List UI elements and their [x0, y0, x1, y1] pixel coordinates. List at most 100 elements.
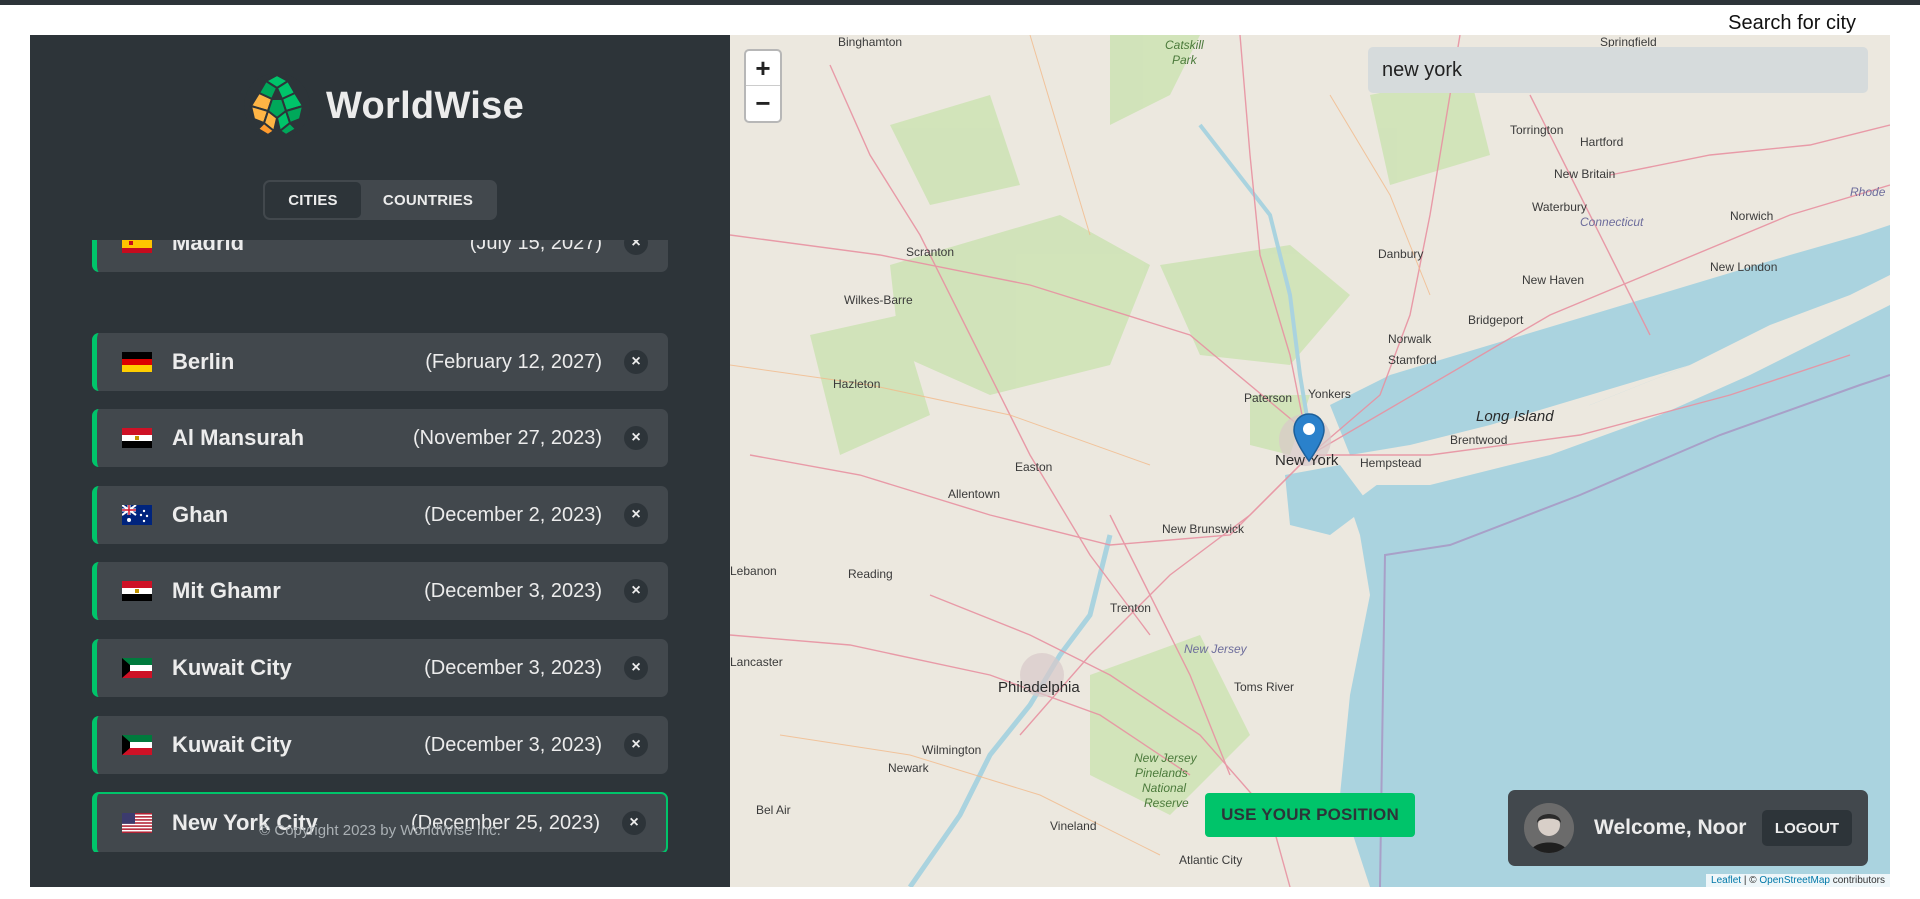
- map-marker-icon[interactable]: [1292, 413, 1326, 463]
- map-label: Newark: [888, 761, 929, 775]
- city-item[interactable]: Mit Ghamr (December 3, 2023) ×: [92, 562, 668, 620]
- map-label: Pinelands: [1135, 766, 1188, 780]
- flag-kuwait-icon: [122, 658, 152, 678]
- map-label: Rhode: [1850, 185, 1886, 199]
- map-label: Norwalk: [1388, 332, 1432, 346]
- map-label: Wilkes-Barre: [844, 293, 913, 307]
- map-label: Toms River: [1234, 680, 1295, 694]
- map-label: Bel Air: [756, 803, 791, 817]
- flag-kuwait-icon: [122, 735, 152, 755]
- avatar: [1524, 803, 1574, 853]
- city-date: (December 3, 2023): [424, 656, 602, 679]
- map-label: Park: [1172, 53, 1197, 67]
- delete-button[interactable]: ×: [624, 350, 648, 374]
- delete-button[interactable]: ×: [624, 656, 648, 680]
- flag-egypt-icon: [122, 581, 152, 601]
- city-name: Ghan: [172, 502, 229, 527]
- map-label: New Haven: [1522, 273, 1585, 287]
- attribution-sep: | ©: [1741, 875, 1760, 886]
- map-label: Catskill: [1165, 38, 1204, 52]
- city-date: (December 2, 2023): [424, 503, 602, 526]
- map-label: Paterson: [1244, 391, 1293, 405]
- tab-cities[interactable]: CITIES: [265, 182, 361, 218]
- map-label: Scranton: [906, 245, 955, 259]
- city-list[interactable]: Madrid (July 15, 2027) × Berlin (Februar…: [92, 240, 668, 852]
- welcome-text: Welcome, Noor: [1594, 816, 1747, 839]
- map-label: Long Island: [1476, 408, 1554, 425]
- map-label: National: [1142, 781, 1187, 795]
- city-item[interactable]: Madrid (July 15, 2027) ×: [92, 240, 668, 272]
- globe-logo-icon: [244, 73, 310, 139]
- map-label: Vineland: [1050, 819, 1097, 833]
- city-name: Kuwait City: [172, 655, 292, 680]
- map-label: Lebanon: [730, 564, 777, 578]
- city-date: (December 3, 2023): [424, 579, 602, 602]
- top-border: [0, 0, 1920, 5]
- map-label: Reading: [848, 567, 893, 581]
- leaflet-link[interactable]: Leaflet: [1711, 875, 1741, 886]
- city-item[interactable]: Kuwait City (December 3, 2023) ×: [92, 639, 668, 697]
- city-item[interactable]: Al Mansurah (November 27, 2023) ×: [92, 409, 668, 467]
- delete-button[interactable]: ×: [624, 503, 648, 527]
- map-label: Stamford: [1388, 353, 1437, 367]
- map-label: Danbury: [1378, 247, 1424, 261]
- map-label: Norwich: [1730, 209, 1774, 223]
- city-name: Mit Ghamr: [172, 578, 281, 603]
- map-label: Yonkers: [1308, 387, 1351, 401]
- map-label: Hartford: [1580, 135, 1624, 149]
- map-label: Allentown: [948, 487, 1001, 501]
- map-label: Reserve: [1144, 796, 1189, 810]
- city-item[interactable]: Kuwait City (December 3, 2023) ×: [92, 716, 668, 774]
- delete-button[interactable]: ×: [624, 579, 648, 603]
- map-label: Easton: [1015, 460, 1053, 474]
- map-label: Lancaster: [730, 655, 783, 669]
- zoom-in-button[interactable]: +: [746, 51, 780, 86]
- city-name: Madrid: [172, 240, 245, 255]
- delete-button[interactable]: ×: [624, 733, 648, 757]
- osm-link[interactable]: OpenStreetMap: [1759, 875, 1830, 886]
- map-label: New Brunswick: [1162, 522, 1245, 536]
- city-item[interactable]: Ghan (December 2, 2023) ×: [92, 486, 668, 544]
- attribution-contributors: contributors: [1829, 875, 1885, 886]
- map-label: Wilmington: [922, 743, 982, 757]
- city-name: Al Mansurah: [172, 425, 305, 450]
- map-label: New London: [1710, 260, 1778, 274]
- flag-germany-icon: [122, 352, 152, 372]
- zoom-out-button[interactable]: −: [746, 86, 780, 121]
- city-name: Kuwait City: [172, 732, 292, 757]
- map-label: Trenton: [1110, 601, 1151, 615]
- delete-button[interactable]: ×: [624, 240, 648, 255]
- flag-egypt-icon: [122, 428, 152, 448]
- logo[interactable]: WorldWise: [242, 71, 524, 141]
- logout-button[interactable]: LOGOUT: [1762, 810, 1852, 846]
- tab-bar: CITIES COUNTRIES: [263, 180, 497, 220]
- delete-button[interactable]: ×: [624, 426, 648, 450]
- map-label: New Britain: [1554, 167, 1616, 181]
- map-label: Brentwood: [1450, 433, 1508, 447]
- logo-text: WorldWise: [326, 84, 525, 127]
- city-name: Berlin: [172, 349, 235, 374]
- copyright: © Copyright 2023 by WorldWise Inc.: [259, 822, 501, 839]
- map-label: Bridgeport: [1468, 313, 1524, 327]
- map[interactable]: Binghamton Catskill Park Springfield Har…: [730, 35, 1890, 887]
- city-search-input[interactable]: [1368, 47, 1868, 93]
- use-position-button[interactable]: USE YOUR POSITION: [1205, 793, 1415, 837]
- tab-countries[interactable]: COUNTRIES: [361, 182, 495, 218]
- city-date: (July 15, 2027): [469, 240, 602, 254]
- map-attribution: Leaflet | © OpenStreetMap contributors: [1706, 874, 1890, 887]
- map-label: Atlantic City: [1179, 853, 1243, 867]
- map-label: Torrington: [1510, 123, 1564, 137]
- city-item[interactable]: Berlin (February 12, 2027) ×: [92, 333, 668, 391]
- map-label: Hazleton: [833, 377, 881, 391]
- user-card: Welcome, Noor LOGOUT: [1508, 790, 1868, 866]
- map-label: Connecticut: [1580, 215, 1644, 229]
- map-label: New Jersey: [1184, 642, 1247, 656]
- sidebar: WorldWise CITIES COUNTRIES Madrid (July …: [30, 35, 730, 887]
- map-label: Waterbury: [1532, 200, 1587, 214]
- map-label: Hempstead: [1360, 456, 1422, 470]
- map-label: Philadelphia: [998, 679, 1080, 696]
- city-date: (November 27, 2023): [413, 426, 602, 449]
- city-date: (December 3, 2023): [424, 733, 602, 756]
- flag-australia-icon: [122, 505, 152, 525]
- search-title: Search for city: [1728, 12, 1856, 34]
